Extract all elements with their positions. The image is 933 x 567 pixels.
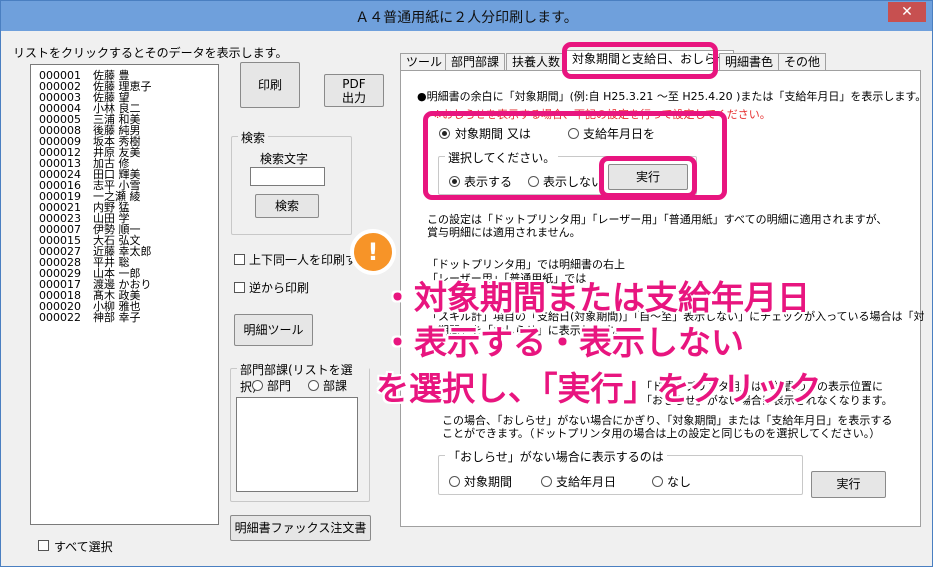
highlight-run — [599, 156, 697, 198]
employee-code: 000022 — [39, 311, 81, 324]
fax-order-button[interactable]: 明細書ファックス注文書 — [230, 515, 371, 541]
no-notice-period-label: 対象期間 — [464, 475, 513, 489]
no-notice-paydate-label: 支給年月日 — [556, 475, 617, 489]
close-button[interactable]: ✕ — [888, 2, 926, 22]
print-button[interactable]: 印刷 — [240, 62, 300, 108]
no-notice-group-title: 「おしらせ」がない場合に表示するのは — [445, 448, 667, 465]
employee-list[interactable]: 000001 佐藤 豊 000002 佐藤 理恵子 000003 佐藤 望 000004 小林… — [30, 64, 219, 525]
instruction-line-1: ・対象期間または支給年月日 — [381, 278, 810, 317]
no-notice-paydate-radio[interactable] — [541, 476, 552, 487]
pdf-export-button[interactable]: PDF 出力 — [324, 74, 384, 107]
meisai-tool-button[interactable]: 明細ツール — [234, 314, 313, 346]
search-label: 検索文字 — [260, 152, 309, 166]
list-caption: リストをクリックするとそのデータを表示します。 — [13, 46, 288, 60]
dialog-window: Ａ４普通用紙に２人分印刷します。 ✕ リストをクリックするとそのデータを表示しま… — [0, 0, 933, 567]
tab-tools[interactable]: ツール — [400, 53, 449, 71]
no-notice-none-radio[interactable] — [652, 476, 663, 487]
warning-icon: ! — [350, 229, 396, 275]
employee-name: 神部 幸子 — [93, 311, 141, 324]
instruction-line-2: ・表示する・表示しない — [381, 323, 744, 362]
dept-radio[interactable] — [252, 380, 263, 391]
search-button[interactable]: 検索 — [255, 194, 319, 218]
select-all-label: すべて選択 — [54, 540, 113, 554]
note-applies: この設定は「ドットプリンタ用」「レーザー用」「普通用紙」すべての明細に適用されま… — [427, 213, 888, 239]
no-notice-period-radio[interactable] — [449, 476, 460, 487]
note-case: この場合、「おしらせ」がない場合にかぎり、「対象期間」または「支給年月日」を表示… — [442, 414, 893, 440]
tab-dependents[interactable]: 扶養人数 — [506, 53, 567, 71]
panel-description: ●明細書の余白に「対象期間」(例:自 H25.3.21 ～至 H25.4.20 … — [417, 90, 927, 103]
search-input[interactable] — [250, 167, 325, 186]
list-item[interactable]: 000022 神部 幸子 — [39, 312, 141, 323]
search-group-title: 検索 — [238, 129, 269, 146]
select-all-checkbox[interactable] — [38, 540, 49, 551]
highlight-tab — [562, 42, 718, 79]
tab-slip-color[interactable]: 明細書色 — [719, 53, 780, 71]
reverse-print-checkbox[interactable] — [234, 282, 245, 293]
section-radio[interactable] — [308, 380, 319, 391]
section-radio-label: 部課 — [323, 379, 348, 393]
tab-other[interactable]: その他 — [778, 53, 827, 71]
instruction-line-3: を選択し、「実行」をクリック — [376, 369, 822, 408]
run2-button[interactable]: 実行 — [811, 471, 886, 498]
title-bar: Ａ４普通用紙に２人分印刷します。 ✕ — [1, 1, 932, 31]
same-person-label: 上下同一人を印刷す — [249, 253, 358, 267]
same-person-checkbox[interactable] — [234, 254, 245, 265]
reverse-print-label: 逆から印刷 — [249, 281, 310, 295]
tab-department[interactable]: 部門部課 — [445, 53, 506, 71]
dept-radio-label: 部門 — [267, 379, 292, 393]
window-title: Ａ４普通用紙に２人分印刷します。 — [355, 10, 578, 26]
no-notice-none-label: なし — [667, 475, 692, 489]
dept-list[interactable] — [236, 397, 358, 492]
